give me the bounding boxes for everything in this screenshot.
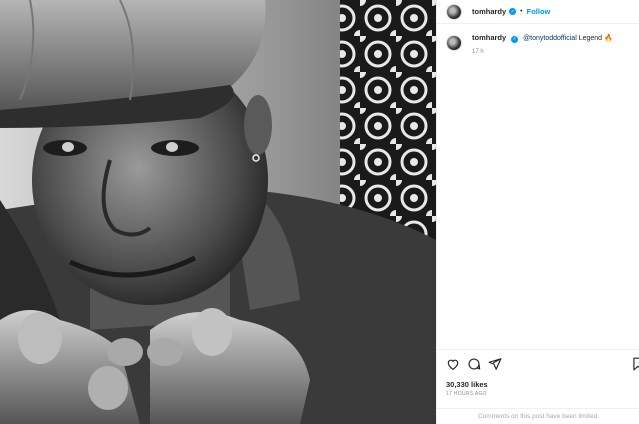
action-bar — [437, 350, 639, 378]
caption-avatar[interactable] — [446, 35, 462, 51]
caption-text: Legend — [578, 35, 603, 42]
caption: tomhardy ✓ @tonytoddofficial Legend 🔥 17… — [446, 33, 636, 57]
verified-badge-icon: ✓ — [511, 35, 519, 43]
post-photo-illustration — [0, 0, 436, 424]
fire-emoji: 🔥 — [604, 35, 613, 42]
post-timestamp: 17 HOURS AGO — [446, 391, 487, 397]
bookmark-icon[interactable] — [631, 357, 639, 371]
avatar[interactable] — [446, 3, 462, 20]
separator: • — [520, 8, 523, 15]
post-header: tomhardy ✓ • Follow — [437, 0, 639, 24]
follow-button[interactable]: Follow — [527, 7, 551, 16]
likes-count[interactable]: 30,330 likes — [446, 380, 488, 389]
header-username[interactable]: tomhardy — [472, 7, 506, 16]
mention-link[interactable]: @tonytoddofficial — [523, 35, 577, 42]
caption-age: 17 h — [472, 49, 484, 55]
post-image[interactable] — [0, 0, 436, 424]
share-icon[interactable] — [488, 357, 502, 371]
verified-badge-icon: ✓ — [509, 8, 517, 15]
caption-username[interactable]: tomhardy — [472, 33, 506, 42]
post-side-panel: tomhardy ✓ • Follow tomhardy ✓ @tonytodd… — [436, 0, 639, 424]
heart-icon[interactable] — [446, 357, 460, 371]
comments-limited-notice: Comments on this post have been limited. — [477, 413, 600, 420]
comments-limited-bar: Comments on this post have been limited. — [437, 408, 639, 424]
post-footer: 30,330 likes 17 HOURS AGO — [437, 349, 639, 397]
comment-icon[interactable] — [467, 357, 481, 371]
